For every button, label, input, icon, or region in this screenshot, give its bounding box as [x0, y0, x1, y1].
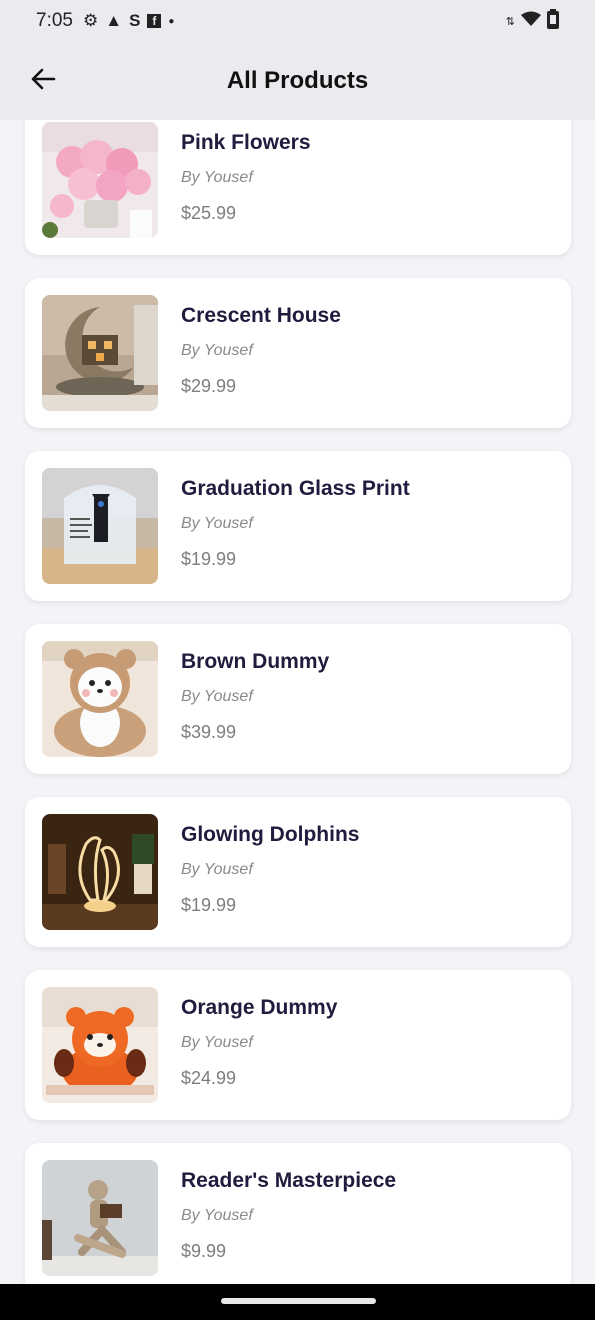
product-card-readers-masterpiece[interactable]: Reader's Masterpiece By Yousef $9.99 — [25, 1143, 571, 1284]
product-image-glowing-dolphins — [42, 814, 158, 930]
back-button[interactable] — [28, 64, 58, 94]
product-author: By Yousef — [181, 515, 253, 532]
page-title: All Products — [226, 67, 369, 94]
data-arrows-icon: ⇅ — [505, 15, 515, 28]
status-icons: ⚙ ▲ S f ● — [83, 11, 174, 31]
product-author: By Yousef — [181, 169, 253, 186]
product-card-pink-flowers[interactable]: Pink Flowers By Yousef $25.99 — [25, 120, 571, 255]
product-author: By Yousef — [181, 342, 253, 359]
status-right-icons: ⇅ — [505, 8, 559, 34]
product-author: By Yousef — [181, 861, 253, 878]
product-name: Glowing Dolphins — [181, 823, 360, 846]
system-navigation-bar — [0, 1284, 595, 1320]
product-price: $29.99 — [181, 376, 237, 396]
product-price: $39.99 — [181, 722, 237, 742]
product-card-brown-dummy[interactable]: Brown Dummy By Yousef $39.99 — [25, 624, 571, 774]
alert-icon: ▲ — [105, 11, 123, 30]
product-price: $24.99 — [181, 1068, 237, 1088]
app-bar: All Products — [0, 42, 595, 120]
product-image-orange-dummy — [42, 987, 158, 1103]
product-image-crescent-house — [42, 295, 158, 411]
battery-icon — [547, 8, 559, 34]
product-price: $25.99 — [181, 203, 237, 223]
dot-icon: ● — [168, 15, 175, 27]
product-price: $19.99 — [181, 549, 237, 569]
product-author: By Yousef — [181, 1207, 253, 1224]
settings-icon: ⚙ — [82, 11, 99, 30]
s-app-icon: S — [129, 11, 141, 30]
product-name: Crescent House — [181, 304, 341, 327]
product-name: Pink Flowers — [181, 131, 311, 154]
product-price: $9.99 — [181, 1241, 227, 1261]
product-name: Orange Dummy — [181, 996, 338, 1019]
product-card-crescent-house[interactable]: Crescent House By Yousef $29.99 — [25, 278, 571, 428]
facebook-icon: f — [147, 14, 162, 28]
product-card-orange-dummy[interactable]: Orange Dummy By Yousef $24.99 — [25, 970, 571, 1120]
product-list[interactable]: Pink Flowers By Yousef $25.99 Crescent H… — [0, 120, 595, 1284]
home-gesture-handle[interactable] — [221, 1298, 376, 1304]
product-price: $19.99 — [181, 895, 237, 915]
status-bar: 7:05 ⚙ ▲ S f ● ⇅ — [0, 0, 595, 42]
wifi-icon — [521, 11, 541, 32]
product-image-pink-flowers — [42, 122, 158, 238]
product-image-brown-dummy — [42, 641, 158, 757]
product-name: Brown Dummy — [181, 650, 330, 673]
arrow-left-icon — [31, 68, 56, 90]
product-card-glowing-dolphins[interactable]: Glowing Dolphins By Yousef $19.99 — [25, 797, 571, 947]
product-name: Graduation Glass Print — [181, 477, 410, 500]
product-author: By Yousef — [181, 1034, 253, 1051]
product-name: Reader's Masterpiece — [181, 1169, 397, 1192]
product-card-graduation-glass-print[interactable]: Graduation Glass Print By Yousef $19.99 — [25, 451, 571, 601]
status-time: 7:05 — [36, 10, 73, 31]
product-image-graduation-glass-print — [42, 468, 158, 584]
product-author: By Yousef — [181, 688, 253, 705]
product-image-readers-masterpiece — [42, 1160, 158, 1276]
